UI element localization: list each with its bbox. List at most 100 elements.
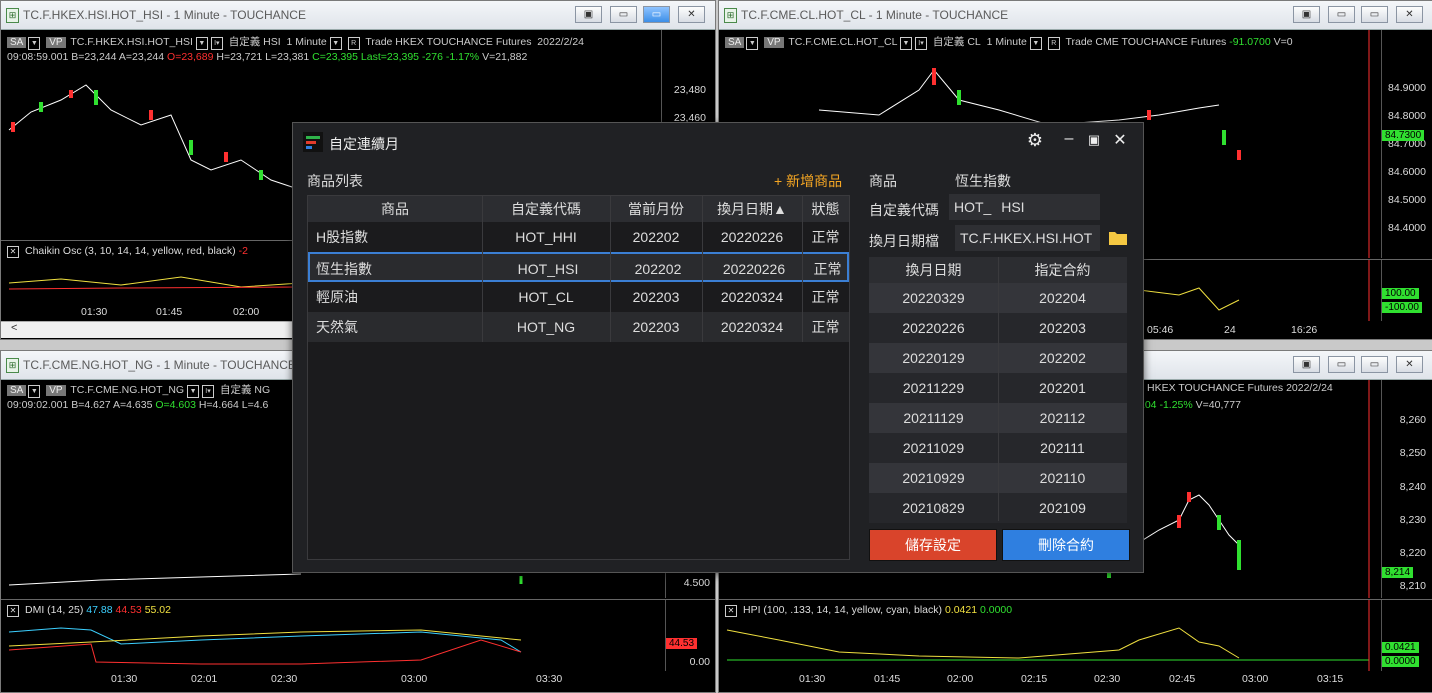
window-close-button[interactable]: ✕ bbox=[678, 6, 705, 23]
table-row[interactable]: H股指數 HOT_HHI 202202 20220226 正常 bbox=[308, 222, 849, 252]
hpi-panel[interactable]: ✕ HPI (100, .133, 14, 14, yellow, cyan, b… bbox=[719, 599, 1432, 672]
row-month: 202202 bbox=[634, 261, 682, 277]
table-row[interactable]: 天然氣 HOT_NG 202203 20220324 正常 bbox=[308, 312, 849, 342]
roll-contract: 202202 bbox=[1039, 350, 1086, 366]
roll-date-file-label: 換月日期檔 bbox=[869, 233, 939, 249]
last-price-tag: 84.7300 bbox=[1382, 130, 1425, 141]
window-restore-icon[interactable]: ▣ bbox=[575, 6, 602, 23]
hsi-window-titlebar[interactable]: ⊞ TC.F.HKEX.HSI.HOT_HSI - 1 Minute - TOU… bbox=[1, 1, 715, 30]
roll-date: 20220329 bbox=[902, 290, 965, 306]
folder-icon[interactable] bbox=[1108, 229, 1128, 246]
row-code: HOT_HHI bbox=[515, 229, 577, 245]
dmi-panel[interactable]: ✕ DMI (14, 25) 47.88 44.53 55.02 44.53 0.… bbox=[1, 599, 715, 672]
save-settings-button[interactable]: 儲存設定 bbox=[869, 529, 997, 561]
row-code: HOT_CL bbox=[518, 289, 574, 305]
add-product-button[interactable]: + 新增商品 bbox=[774, 171, 842, 191]
x-tick: 03:00 bbox=[1242, 673, 1269, 685]
roll-contract: 202203 bbox=[1039, 320, 1086, 336]
table-row-selected[interactable]: 恆生指數 HOT_HSI 202202 20220226 正常 bbox=[308, 252, 849, 282]
roll-date-file-field[interactable]: TC.F.HKEX.HSI.HOT bbox=[955, 225, 1100, 251]
y-tick: 84.8000 bbox=[1388, 110, 1426, 122]
row-month: 202202 bbox=[632, 229, 680, 245]
y-tick: 8,260 bbox=[1399, 414, 1426, 426]
row-name: 恆生指數 bbox=[316, 261, 372, 277]
row-status: 正常 bbox=[811, 319, 840, 335]
hsi-window-title: TC.F.HKEX.HSI.HOT_HSI - 1 Minute - TOUCH… bbox=[23, 8, 306, 22]
x-tick: 02:00 bbox=[947, 673, 974, 685]
close-icon[interactable]: ✕ bbox=[1110, 130, 1130, 150]
x-tick: 01:30 bbox=[111, 673, 138, 685]
x-tick: 02:01 bbox=[191, 673, 218, 685]
x-tick: 03:00 bbox=[401, 673, 428, 685]
row-status: 正常 bbox=[811, 289, 840, 305]
row-name: 輕原油 bbox=[316, 289, 358, 305]
window-close-button[interactable]: ✕ bbox=[1396, 356, 1423, 373]
continuous-month-dialog: 自定連續月 ⚙ – ▣ ✕ 商品列表 + 新增商品 商品 自定義代碼 當前月份 … bbox=[292, 122, 1144, 573]
column-header[interactable]: 換月日期▲ bbox=[702, 196, 802, 222]
x-tick: 02:15 bbox=[1021, 673, 1048, 685]
row-roll-date: 20220324 bbox=[720, 289, 784, 305]
row-roll-date: 20220226 bbox=[720, 229, 784, 245]
roll-contract: 202111 bbox=[1040, 440, 1085, 456]
cl-window-title: TC.F.CME.CL.HOT_CL - 1 Minute - TOUCHANC… bbox=[741, 8, 1009, 22]
x-tick: 02:30 bbox=[1094, 673, 1121, 685]
chart-window-icon: ⊞ bbox=[724, 8, 737, 23]
window-minimize-button[interactable]: ▭ bbox=[1328, 356, 1355, 373]
roll-contract: 202201 bbox=[1039, 380, 1086, 396]
maximize-icon[interactable]: ▣ bbox=[1084, 132, 1104, 148]
row-roll-date: 20220226 bbox=[722, 261, 786, 277]
x-tick: 05:46 bbox=[1147, 324, 1174, 336]
hhi-time-axis: 01:30 01:45 02:00 02:15 02:30 02:45 03:0… bbox=[719, 671, 1432, 692]
roll-date: 20211229 bbox=[902, 380, 965, 396]
window-maximize-button[interactable]: ▭ bbox=[643, 6, 670, 23]
roll-date: 20220129 bbox=[902, 350, 965, 366]
y-tick: 8,210 bbox=[1399, 580, 1426, 592]
custom-code-input[interactable]: HSI bbox=[1001, 194, 1024, 220]
table-row[interactable]: 輕原油 HOT_CL 202203 20220324 正常 bbox=[308, 282, 849, 312]
y-tick: 84.4000 bbox=[1388, 222, 1426, 234]
window-maximize-button[interactable]: ▭ bbox=[1361, 356, 1388, 373]
column-header[interactable]: 當前月份 bbox=[610, 196, 702, 222]
column-header[interactable]: 換月日期 bbox=[869, 257, 998, 283]
row-name: 天然氣 bbox=[316, 319, 358, 335]
minimize-icon[interactable]: – bbox=[1059, 130, 1079, 148]
row-status: 正常 bbox=[813, 261, 842, 277]
roll-contract: 202110 bbox=[1039, 470, 1086, 486]
column-header[interactable]: 指定合約 bbox=[998, 257, 1127, 283]
window-maximize-button[interactable]: ▭ bbox=[1361, 6, 1388, 23]
dialog-title: 自定連續月 bbox=[329, 136, 399, 152]
roll-date: 20220226 bbox=[902, 320, 965, 336]
window-restore-icon[interactable]: ▣ bbox=[1293, 356, 1320, 373]
window-close-button[interactable]: ✕ bbox=[1396, 6, 1423, 23]
scroll-left-icon[interactable]: < bbox=[11, 322, 17, 334]
y-tick: 84.9000 bbox=[1388, 82, 1426, 94]
roll-schedule-table: 換月日期 指定合約 20220329 202204 20220226 202203 … bbox=[869, 257, 1127, 523]
x-tick: 01:30 bbox=[799, 673, 826, 685]
gear-icon[interactable]: ⚙ bbox=[1025, 130, 1045, 151]
y-tick: 23,480 bbox=[673, 84, 706, 96]
roll-date: 20210929 bbox=[902, 470, 965, 486]
x-tick: 02:00 bbox=[233, 306, 260, 318]
x-tick: 01:45 bbox=[874, 673, 901, 685]
window-minimize-button[interactable]: ▭ bbox=[1328, 6, 1355, 23]
column-header[interactable]: 商品 bbox=[308, 196, 482, 222]
product-table: 商品 自定義代碼 當前月份 換月日期▲ 狀態 H股指數 HOT_HHI 2022… bbox=[307, 195, 850, 560]
chart-window-icon: ⊞ bbox=[6, 358, 19, 373]
window-restore-icon[interactable]: ▣ bbox=[1293, 6, 1320, 23]
row-status: 正常 bbox=[811, 229, 840, 245]
y-tick: 8,240 bbox=[1399, 481, 1426, 493]
y-tick: 4.500 bbox=[683, 577, 710, 589]
x-tick: 03:15 bbox=[1317, 673, 1344, 685]
window-minimize-button[interactable]: ▭ bbox=[610, 6, 637, 23]
custom-code-field[interactable]: HOT_ HSI bbox=[949, 194, 1100, 220]
product-list-label: 商品列表 bbox=[307, 173, 363, 189]
x-tick: 03:30 bbox=[536, 673, 563, 685]
delete-contract-button[interactable]: 刪除合約 bbox=[1002, 529, 1130, 561]
column-header[interactable]: 自定義代碼 bbox=[482, 196, 610, 222]
column-header[interactable]: 狀態 bbox=[802, 196, 849, 222]
x-tick: 02:45 bbox=[1169, 673, 1196, 685]
cl-window-titlebar[interactable]: ⊞ TC.F.CME.CL.HOT_CL - 1 Minute - TOUCHA… bbox=[719, 1, 1432, 30]
y-tick: 8,230 bbox=[1399, 514, 1426, 526]
roll-date: 20211129 bbox=[903, 410, 964, 426]
indicator-tag: -100.00 bbox=[1382, 302, 1422, 313]
